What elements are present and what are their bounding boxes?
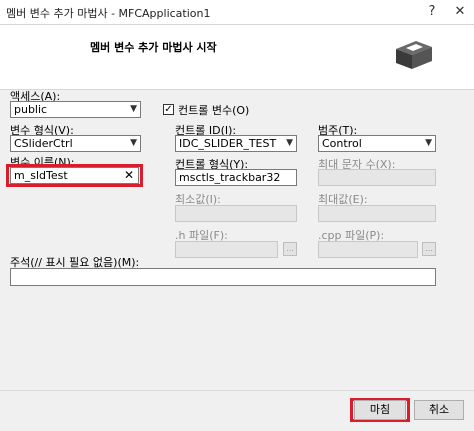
chevron-down-icon: ▼: [130, 104, 137, 114]
cancel-button[interactable]: 취소: [414, 400, 464, 420]
category-value: Control: [322, 137, 362, 150]
var-name-value: m_sldTest: [14, 169, 68, 182]
chevron-down-icon: ▼: [286, 138, 293, 148]
finish-button[interactable]: 마침: [354, 400, 406, 420]
control-variable-label: 컨트롤 변수(O): [178, 104, 250, 117]
access-value: public: [14, 103, 48, 116]
control-id-value: IDC_SLIDER_TEST: [179, 137, 277, 150]
control-type-input[interactable]: msctls_trackbar32: [175, 169, 297, 186]
cpp-file-browse-button[interactable]: ...: [422, 242, 436, 256]
wizard-title: 멤버 변수 추가 마법사 시작: [90, 41, 217, 54]
h-file-browse-button[interactable]: ...: [283, 242, 297, 256]
control-variable-checkbox[interactable]: ✓: [163, 104, 174, 115]
close-button[interactable]: ✕: [446, 0, 474, 24]
var-type-combo[interactable]: CSliderCtrl ▼: [10, 135, 141, 152]
min-value-input[interactable]: [175, 205, 297, 222]
cpp-file-input[interactable]: [318, 241, 418, 258]
max-chars-input[interactable]: [318, 169, 436, 186]
var-type-value: CSliderCtrl: [14, 137, 73, 150]
help-button[interactable]: ?: [418, 0, 446, 24]
wizard-header: 멤버 변수 추가 마법사 시작: [0, 25, 474, 90]
max-value-input[interactable]: [318, 205, 436, 222]
control-id-combo[interactable]: IDC_SLIDER_TEST ▼: [175, 135, 297, 152]
wizard-box-icon: [396, 41, 432, 69]
title-bar: 멤버 변수 추가 마법사 - MFCApplication1 ? ✕: [0, 0, 474, 25]
window-title: 멤버 변수 추가 마법사 - MFCApplication1: [6, 7, 211, 20]
var-name-input[interactable]: m_sldTest ✕: [10, 167, 139, 184]
category-combo[interactable]: Control ▼: [318, 135, 436, 152]
comment-input[interactable]: [10, 268, 436, 286]
control-type-value: msctls_trackbar32: [179, 171, 281, 184]
clear-icon[interactable]: ✕: [124, 168, 134, 183]
chevron-down-icon: ▼: [130, 138, 137, 148]
access-combo[interactable]: public ▼: [10, 101, 141, 118]
chevron-down-icon: ▼: [425, 138, 432, 148]
h-file-input[interactable]: [175, 241, 278, 258]
